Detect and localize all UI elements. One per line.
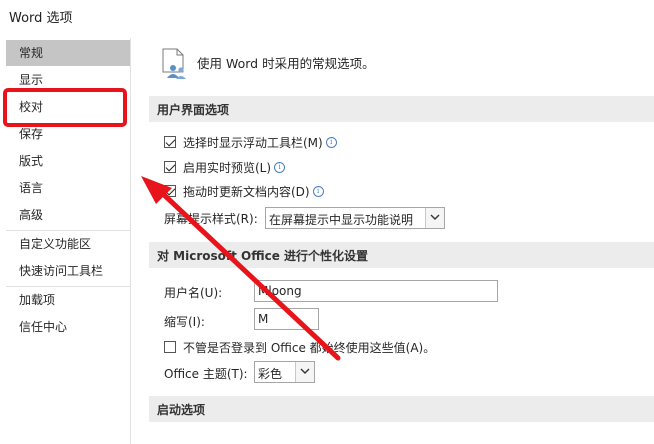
live-preview-label: 启用实时预览(L) — [183, 161, 272, 175]
sidebar-item-save[interactable]: 保存 — [6, 121, 130, 147]
live-preview-option[interactable]: 启用实时预览(L) i — [183, 159, 286, 176]
screentip-style-value: 在屏幕提示中显示功能说明 — [269, 213, 414, 227]
update-content-drag-label: 拖动时更新文档内容(D) — [183, 185, 310, 199]
username-input[interactable]: Mloong — [254, 280, 498, 302]
floating-toolbar-label: 选择时显示浮动工具栏(M) — [183, 136, 323, 150]
always-use-values-checkbox[interactable] — [164, 341, 176, 353]
info-icon[interactable]: i — [274, 162, 286, 173]
floating-toolbar-option[interactable]: 选择时显示浮动工具栏(M) i — [183, 134, 337, 151]
floating-toolbar-checkbox[interactable] — [164, 136, 176, 148]
update-content-drag-checkbox[interactable] — [164, 185, 176, 197]
section-title: 对 Microsoft Office 进行个性化设置 — [157, 249, 369, 263]
sidebar-item-addins[interactable]: 加载项 — [6, 287, 130, 313]
sidebar-item-trust-center[interactable]: 信任中心 — [6, 314, 130, 340]
sidebar-item-layout[interactable]: 版式 — [6, 148, 130, 174]
sidebar-item-advanced[interactable]: 高级 — [6, 202, 130, 228]
sidebar-item-quick-access-toolbar[interactable]: 快速访问工具栏 — [6, 258, 130, 284]
general-options-icon — [161, 48, 189, 80]
chevron-down-icon[interactable] — [425, 208, 444, 228]
chevron-down-icon[interactable] — [295, 362, 314, 382]
sidebar: 常规 显示 校对 保存 版式 语言 高级 自定义功能区 快速访问工具栏 加载项 … — [6, 38, 131, 444]
update-content-drag-option[interactable]: 拖动时更新文档内容(D) i — [183, 183, 324, 200]
screentip-style-select[interactable]: 在屏幕提示中显示功能说明 — [265, 207, 445, 229]
info-icon[interactable]: i — [325, 137, 337, 148]
office-theme-label: Office 主题(T): — [164, 367, 248, 381]
sidebar-item-display[interactable]: 显示 — [6, 67, 130, 93]
always-use-values-label[interactable]: 不管是否登录到 Office 都始终使用这些值(A)。 — [183, 339, 435, 356]
section-title: 用户界面选项 — [157, 103, 230, 117]
office-theme-select[interactable]: 彩色 — [254, 361, 315, 383]
page-header: 使用 Word 时采用的常规选项。 — [197, 56, 375, 71]
info-icon[interactable]: i — [312, 186, 324, 197]
section-title: 启动选项 — [157, 403, 206, 417]
section-startup: 启动选项 — [149, 396, 654, 422]
sidebar-item-language[interactable]: 语言 — [6, 175, 130, 201]
window-title: Word 选项 — [9, 11, 73, 26]
section-ui-options: 用户界面选项 — [149, 96, 654, 122]
sidebar-item-customize-ribbon[interactable]: 自定义功能区 — [6, 231, 130, 257]
office-theme-value: 彩色 — [258, 367, 283, 381]
main-panel: 使用 Word 时采用的常规选项。 用户界面选项 选择时显示浮动工具栏(M) i … — [137, 38, 654, 444]
sidebar-item-proofing[interactable]: 校对 — [6, 94, 130, 120]
title-bar: Word 选项 — [0, 0, 654, 32]
live-preview-checkbox[interactable] — [164, 161, 176, 173]
initials-input[interactable]: M — [254, 308, 319, 330]
screentip-style-label: 屏幕提示样式(R): — [164, 212, 258, 226]
initials-label: 缩写(I): — [164, 315, 205, 329]
username-label: 用户名(U): — [164, 286, 223, 300]
section-personalize: 对 Microsoft Office 进行个性化设置 — [149, 242, 654, 268]
sidebar-item-general[interactable]: 常规 — [6, 40, 130, 66]
